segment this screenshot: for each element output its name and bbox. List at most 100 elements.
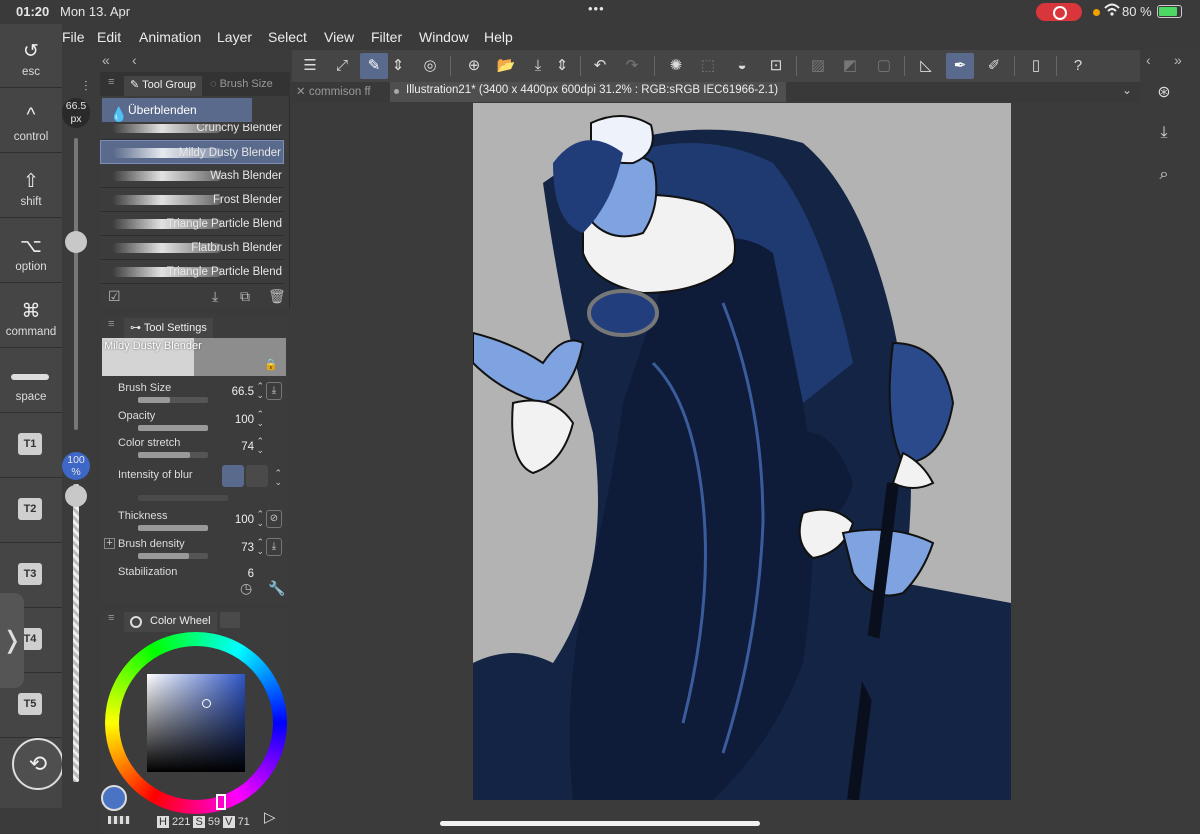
- panel-menu-icon[interactable]: ≡: [108, 612, 114, 624]
- shift-key[interactable]: ⇧ shift: [0, 154, 62, 218]
- help-icon[interactable]: ?: [1064, 53, 1092, 79]
- swirl-icon[interactable]: ◎: [416, 53, 444, 79]
- collapse-left-icon[interactable]: «: [102, 52, 110, 68]
- loading-icon[interactable]: ✺: [662, 53, 690, 79]
- t2-key[interactable]: T2: [0, 479, 62, 543]
- list-item[interactable]: Triangle Particle Blend: [100, 212, 284, 236]
- search-icon[interactable]: ⌕: [1151, 166, 1177, 190]
- gradient-icon[interactable]: ◩: [836, 53, 864, 79]
- wrench-icon[interactable]: 🔧: [268, 580, 285, 597]
- prop-opacity[interactable]: Opacity 100 ⌃ ⌄: [100, 410, 284, 438]
- hue-marker[interactable]: [216, 794, 226, 810]
- import-icon[interactable]: ⤓: [212, 288, 218, 305]
- undo-icon[interactable]: ↶: [586, 53, 614, 79]
- saturation-value-square[interactable]: [147, 674, 245, 772]
- tool-property-icon[interactable]: ☑: [108, 288, 121, 305]
- option-key[interactable]: ⌥ option: [0, 219, 62, 283]
- screen-record-icon[interactable]: [1036, 3, 1082, 21]
- tab-commison[interactable]: ✕ commison ff: [296, 84, 371, 98]
- play-icon[interactable]: ▷: [264, 808, 276, 826]
- pen-active-icon[interactable]: ✒: [946, 53, 974, 79]
- color-set-tab-icon[interactable]: [220, 612, 240, 628]
- trash-icon[interactable]: 🗑: [268, 288, 286, 305]
- blur-mode-smooth-icon[interactable]: [222, 465, 244, 487]
- save-icon[interactable]: ⤓: [524, 53, 552, 79]
- menu-edit[interactable]: Edit: [97, 29, 121, 45]
- stepper-icon[interactable]: ⇕: [390, 53, 406, 79]
- prop-brush-density[interactable]: + Brush density 73 ⌃ ⌄ ⤓: [100, 538, 284, 566]
- tool-group-selector[interactable]: 💧 Überblenden: [102, 98, 252, 122]
- duplicate-icon[interactable]: ⧉: [240, 288, 250, 305]
- menu-animation[interactable]: Animation: [139, 29, 201, 45]
- t1-key[interactable]: T1: [0, 414, 62, 478]
- list-item[interactable]: Wash Blender: [100, 164, 284, 188]
- menu-select[interactable]: Select: [268, 29, 307, 45]
- expand-icon[interactable]: +: [104, 538, 115, 549]
- list-item[interactable]: Crunchy Blender: [100, 124, 284, 140]
- menu-filter[interactable]: Filter: [371, 29, 402, 45]
- transparent-color-icon[interactable]: [108, 816, 130, 824]
- command-key[interactable]: ⌘ command: [0, 284, 62, 348]
- stepper-icon[interactable]: ⌃ ⌄: [256, 437, 264, 455]
- level-bar[interactable]: [138, 553, 208, 559]
- stepper-icon[interactable]: ⌃ ⌄: [256, 410, 264, 428]
- list-item-selected[interactable]: Mildy Dusty Blender: [100, 140, 284, 164]
- brush-size-knob[interactable]: [65, 231, 87, 253]
- menu-help[interactable]: Help: [484, 29, 513, 45]
- menu-view[interactable]: View: [324, 29, 354, 45]
- navigator-icon[interactable]: ⊛: [1151, 82, 1177, 106]
- modifier-toggle-icon[interactable]: ⟲: [12, 738, 64, 790]
- stepper-icon[interactable]: ⌃ ⌄: [256, 538, 264, 556]
- panel-menu-icon[interactable]: ≡: [108, 318, 114, 330]
- level-bar[interactable]: [138, 425, 208, 431]
- fit-icon[interactable]: ⤢: [328, 53, 356, 79]
- menu-icon[interactable]: ☰: [296, 53, 324, 79]
- chevron-left-icon[interactable]: ‹: [1146, 52, 1151, 68]
- menu-layer[interactable]: Layer: [217, 29, 252, 45]
- home-indicator[interactable]: [440, 821, 760, 826]
- fill-icon[interactable]: ◒: [728, 53, 756, 79]
- download-icon[interactable]: ⤓: [266, 538, 282, 556]
- list-item[interactable]: Flatbrush Blender: [100, 236, 284, 260]
- prop-stabilization[interactable]: Stabilization 6: [100, 566, 284, 580]
- tab-tool-group[interactable]: ✎ Tool Group: [124, 76, 202, 96]
- multitask-dots-icon[interactable]: •••: [588, 1, 605, 16]
- ruler-icon[interactable]: ◺: [912, 53, 940, 79]
- opacity-slider[interactable]: [73, 484, 79, 782]
- stepper-icon[interactable]: ⌃ ⌄: [274, 469, 282, 487]
- chevron-down-icon[interactable]: ⌄: [1122, 83, 1132, 97]
- transform-icon[interactable]: ⊡: [762, 53, 790, 79]
- grid-icon[interactable]: ▨: [804, 53, 832, 79]
- stepper-icon[interactable]: ⌃ ⌄: [256, 510, 264, 528]
- prop-intensity-of-blur[interactable]: Intensity of blur ⌃ ⌄: [100, 465, 284, 501]
- frame-icon[interactable]: ▢: [870, 53, 898, 79]
- drawing-canvas[interactable]: [473, 103, 1011, 800]
- blur-mode-hard-icon[interactable]: [246, 465, 268, 487]
- level-bar[interactable]: [138, 495, 228, 501]
- level-bar[interactable]: [138, 452, 208, 458]
- deselect-icon[interactable]: ⬚: [694, 53, 722, 79]
- prop-brush-size[interactable]: Brush Size 66.5 ⌃ ⌄ ⤓: [100, 382, 284, 410]
- tab-brush-size[interactable]: ◌ Brush Size: [210, 78, 273, 90]
- menu-file[interactable]: File: [62, 29, 85, 45]
- new-canvas-icon[interactable]: ⊕: [460, 53, 488, 79]
- panel-menu-icon[interactable]: ≡: [108, 76, 114, 88]
- menu-window[interactable]: Window: [419, 29, 469, 45]
- stepper-icon[interactable]: ⌃ ⌄: [256, 382, 264, 400]
- space-key[interactable]: space: [0, 349, 62, 413]
- esc-key[interactable]: ↺ esc: [0, 24, 62, 88]
- list-item[interactable]: Frost Blender: [100, 188, 284, 212]
- level-bar[interactable]: [138, 525, 208, 531]
- level-bar[interactable]: [138, 397, 208, 403]
- stepper-icon[interactable]: ⇕: [554, 53, 570, 79]
- timer-icon[interactable]: ◷: [240, 580, 252, 597]
- tab-tool-settings[interactable]: ⊶ Tool Settings: [124, 318, 213, 338]
- pencil-icon[interactable]: ✐: [980, 53, 1008, 79]
- list-item[interactable]: Triangle Particle Blend: [100, 260, 284, 284]
- download-icon[interactable]: ⤓: [266, 382, 282, 400]
- prop-color-stretch[interactable]: Color stretch 74 ⌃ ⌄: [100, 437, 284, 465]
- opacity-knob[interactable]: [65, 485, 87, 507]
- lock-icon[interactable]: 🔒: [264, 358, 278, 371]
- brush-size-slider[interactable]: [74, 138, 78, 430]
- open-icon[interactable]: 📂: [492, 53, 520, 79]
